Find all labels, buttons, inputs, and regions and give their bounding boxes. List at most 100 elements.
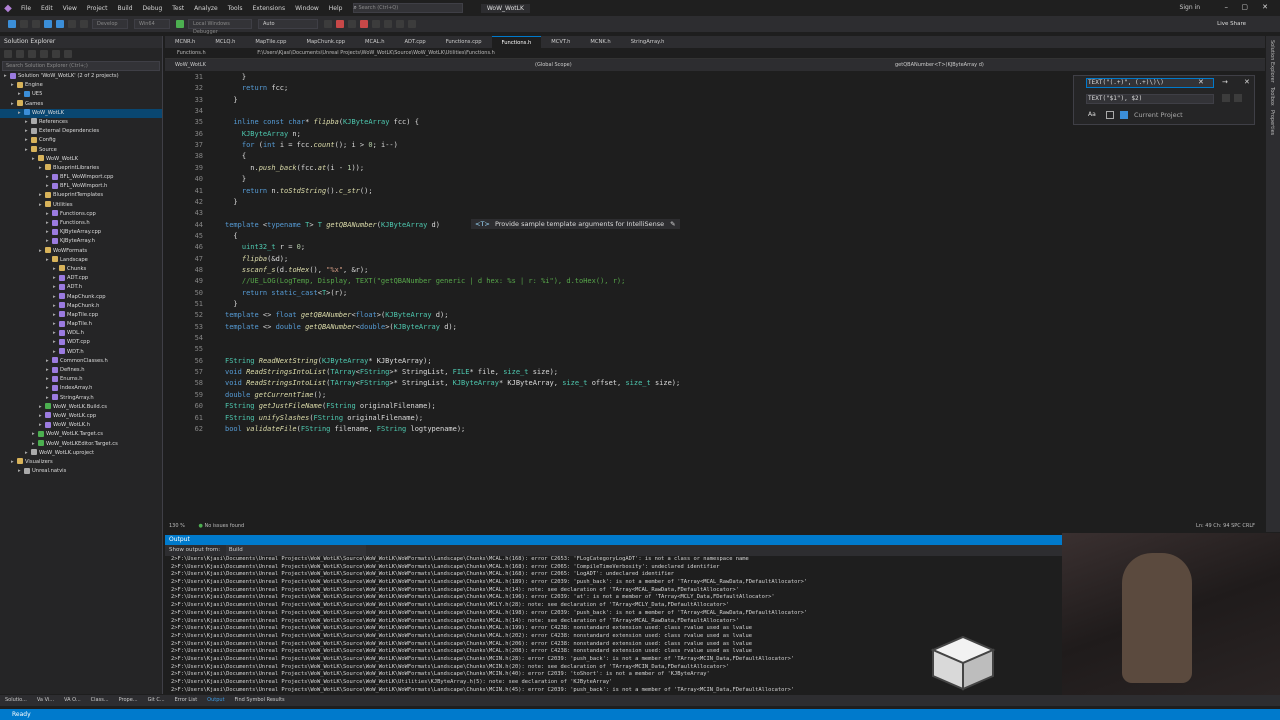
side-tab-0[interactable]: Solution Explorer: [1269, 40, 1275, 83]
code-line[interactable]: flipba(&d);: [225, 255, 288, 263]
close-find-icon[interactable]: ✕: [1244, 78, 1250, 86]
code-line[interactable]: return fcc;: [225, 84, 288, 92]
tree-item[interactable]: ▸ StringArray.h: [0, 394, 162, 403]
tree-item[interactable]: ▸ MapChunk.h: [0, 302, 162, 311]
whole-word-toggle[interactable]: [1106, 111, 1114, 119]
tab-mapchunk-cpp[interactable]: MapChunk.cpp: [296, 36, 355, 48]
output-line[interactable]: 2>F:\Users\Kjasi\Documents\Unreal Projec…: [165, 602, 1062, 610]
side-tab-2[interactable]: Properties: [1269, 110, 1275, 135]
tree-item[interactable]: ▸ WDL.h: [0, 329, 162, 338]
code-line[interactable]: FString getJustFileName(FString original…: [225, 402, 436, 410]
menu-build[interactable]: Build: [112, 5, 137, 12]
tree-item[interactable]: ▸ MapTile.cpp: [0, 311, 162, 320]
regex-toggle[interactable]: [1120, 111, 1128, 119]
save-all-icon[interactable]: [56, 20, 64, 28]
tree-item[interactable]: ▸ Engine: [0, 81, 162, 90]
code-line[interactable]: }: [225, 198, 237, 206]
tree-item[interactable]: ▸ Utilities: [0, 201, 162, 210]
template-intellisense-hint[interactable]: <T> Provide sample template arguments fo…: [471, 219, 680, 229]
tree-item[interactable]: ▸ Visualizers: [0, 458, 162, 467]
tree-item[interactable]: ▸ References: [0, 118, 162, 127]
search-input[interactable]: Search (Ctrl+Q): [353, 3, 464, 13]
code-line[interactable]: template <> double getQBANumber<double>(…: [225, 323, 457, 331]
tree-item[interactable]: ▸ WoW_WotLK.uproject: [0, 449, 162, 458]
tool-icon-5[interactable]: [372, 20, 380, 28]
tree-item[interactable]: ▸ WoW_WotLK: [0, 155, 162, 164]
bottom-tab-7[interactable]: Output: [202, 695, 229, 706]
code-line[interactable]: FString unifySlashes(FString originalFil…: [225, 414, 423, 422]
tab-maptile-cpp[interactable]: MapTile.cpp: [245, 36, 296, 48]
debugger-select[interactable]: Local Windows Debugger: [188, 19, 252, 35]
tree-item[interactable]: ▸ WDT.h: [0, 348, 162, 357]
find-text[interactable]: TEXT("(.+)", (.+)\)\): [1088, 79, 1164, 86]
tab-mclq-h[interactable]: MCLQ.h: [205, 36, 245, 48]
menu-tools[interactable]: Tools: [223, 5, 248, 12]
tree-item[interactable]: ▸ WDT.cpp: [0, 338, 162, 347]
code-line[interactable]: n.push_back(fcc.at(i - 1));: [225, 164, 364, 172]
code-line[interactable]: template <typename T> T getQBANumber(KJB…: [225, 221, 440, 229]
tree-item[interactable]: ▸ ADT.h: [0, 283, 162, 292]
save-icon[interactable]: [44, 20, 52, 28]
tree-item[interactable]: ▸ Defines.h: [0, 366, 162, 375]
tree-item[interactable]: ▸ WoW_WotLK.Target.cs: [0, 430, 162, 439]
code-line[interactable]: }: [225, 73, 246, 81]
tool-icon-8[interactable]: [408, 20, 416, 28]
menu-help[interactable]: Help: [324, 5, 348, 12]
replace-text[interactable]: TEXT("$1"), $2): [1088, 95, 1142, 102]
menu-view[interactable]: View: [58, 5, 82, 12]
tab-functions-cpp[interactable]: Functions.cpp: [436, 36, 492, 48]
code-line[interactable]: template <> float getQBANumber<float>(KJ…: [225, 311, 448, 319]
collapse-all-icon[interactable]: [40, 50, 48, 58]
bottom-tab-3[interactable]: Class...: [86, 695, 114, 706]
tree-item[interactable]: ▸ Landscape: [0, 256, 162, 265]
tree-item[interactable]: ▸ Chunks: [0, 265, 162, 274]
nav-scope-select[interactable]: (Global Scope): [525, 59, 885, 71]
maximize-icon[interactable]: ▢: [1241, 3, 1248, 11]
tree-item[interactable]: ▸ UE5: [0, 90, 162, 99]
tree-item[interactable]: ▸ BFL_WoWImport.cpp: [0, 173, 162, 182]
tab-mcvt-h[interactable]: MCVT.h: [541, 36, 580, 48]
show-output-select[interactable]: Build: [225, 545, 366, 556]
back-icon[interactable]: [8, 20, 16, 28]
code-line[interactable]: bool validateFile(FString filename, FStr…: [225, 425, 465, 433]
tree-item[interactable]: ▸ External Dependencies: [0, 127, 162, 136]
show-all-files-icon[interactable]: [52, 50, 60, 58]
tab-mcnk-h[interactable]: MCNK.h: [580, 36, 620, 48]
bottom-tab-0[interactable]: Solutio...: [0, 695, 32, 706]
home-icon[interactable]: [4, 50, 12, 58]
tool-icon-3[interactable]: [348, 20, 356, 28]
code-line[interactable]: double getCurrentTime();: [225, 391, 326, 399]
code-line[interactable]: KJByteArray n;: [225, 130, 301, 138]
output-line[interactable]: 2>F:\Users\Kjasi\Documents\Unreal Projec…: [165, 594, 1062, 602]
code-line[interactable]: for (int i = fcc.count(); i > 0; i--): [225, 141, 398, 149]
tab-mcal-h[interactable]: MCAL.h: [355, 36, 394, 48]
bottom-tab-4[interactable]: Prope...: [114, 695, 143, 706]
redo-icon[interactable]: [80, 20, 88, 28]
search-icon[interactable]: ⌕: [353, 4, 356, 12]
tree-item[interactable]: ▸ Unreal.natvis: [0, 467, 162, 476]
code-line[interactable]: }: [225, 300, 237, 308]
replace-all-icon[interactable]: [1234, 94, 1242, 102]
code-line[interactable]: }: [225, 175, 246, 183]
tool-icon-1[interactable]: [324, 20, 332, 28]
code-line[interactable]: {: [225, 232, 237, 240]
tree-item[interactable]: ▸ BFL_WoWImport.h: [0, 182, 162, 191]
menu-window[interactable]: Window: [290, 5, 324, 12]
output-line[interactable]: 2>F:\Users\Kjasi\Documents\Unreal Projec…: [165, 587, 1062, 595]
find-scope-select[interactable]: Current Project: [1134, 111, 1183, 119]
code-line[interactable]: void ReadStringsIntoList(TArray<FString>…: [225, 368, 558, 376]
tool-icon-4[interactable]: [360, 20, 368, 28]
tool-icon-7[interactable]: [396, 20, 404, 28]
code-line[interactable]: inline const char* flipba(KJByteArray fc…: [225, 118, 418, 126]
tree-item[interactable]: ▸ CommonClasses.h: [0, 357, 162, 366]
tree-item[interactable]: ▸ Functions.h: [0, 219, 162, 228]
minimize-icon[interactable]: –: [1225, 3, 1229, 11]
tree-item[interactable]: ▸ Games: [0, 100, 162, 109]
undo-icon[interactable]: [68, 20, 76, 28]
auto-select[interactable]: Auto: [258, 19, 318, 29]
side-tab-1[interactable]: Toolbox: [1269, 87, 1275, 106]
code-line[interactable]: uint32_t r = 0;: [225, 243, 305, 251]
output-line[interactable]: 2>F:\Users\Kjasi\Documents\Unreal Projec…: [165, 579, 1062, 587]
tab-mcnr-h[interactable]: MCNR.h: [165, 36, 205, 48]
output-line[interactable]: 2>F:\Users\Kjasi\Documents\Unreal Projec…: [165, 571, 1062, 579]
